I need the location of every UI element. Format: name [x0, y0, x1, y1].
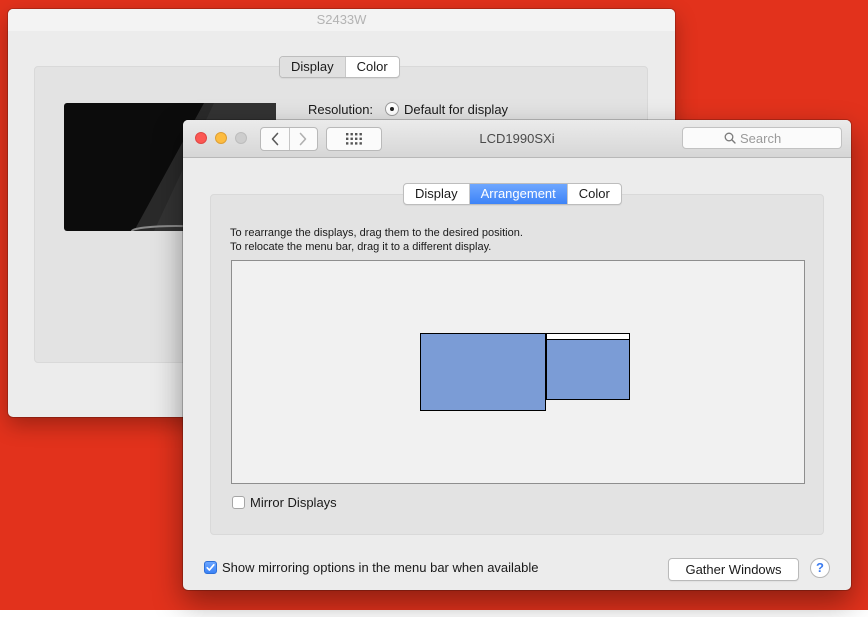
back-window-title: S2433W [8, 9, 675, 31]
search-field[interactable] [682, 127, 842, 149]
instruction-line-rearrange: To rearrange the displays, drag them to … [230, 227, 523, 239]
back-window-tab-bar: Display Color [279, 56, 400, 78]
mirror-displays-label[interactable]: Mirror Displays [250, 495, 337, 510]
minimize-icon[interactable] [215, 132, 227, 144]
window-title: LCD1990SXi [479, 131, 555, 146]
tab-arrangement[interactable]: Arrangement [468, 184, 567, 204]
tab-color[interactable]: Color [566, 184, 621, 204]
back-chevron-icon [271, 132, 279, 146]
tab-display[interactable]: Display [404, 184, 469, 204]
forward-chevron-icon [299, 132, 307, 146]
show-mirroring-label[interactable]: Show mirroring options in the menu bar w… [222, 560, 539, 575]
display-arrangement-area [231, 260, 805, 484]
instruction-line-menubar: To relocate the menu bar, drag it to a d… [230, 241, 492, 253]
display-block-primary[interactable] [420, 333, 546, 411]
desktop-bottom-edge [0, 610, 868, 617]
arrangement-instructions: To rearrange the displays, drag them to … [230, 226, 523, 254]
navigation-buttons [260, 127, 318, 151]
back-tab-display[interactable]: Display [280, 57, 345, 77]
back-tab-color[interactable]: Color [344, 57, 399, 77]
search-icon [724, 132, 736, 144]
window-toolbar: LCD1990SXi [183, 120, 851, 158]
front-window-tab-bar: Display Arrangement Color [403, 183, 622, 205]
mirror-displays-checkbox[interactable] [232, 496, 245, 509]
search-input[interactable] [736, 130, 800, 146]
show-all-grid-icon [346, 133, 362, 145]
resolution-default-radio[interactable] [385, 102, 399, 116]
back-button[interactable] [261, 128, 289, 150]
gather-windows-button[interactable]: Gather Windows [668, 558, 799, 581]
checkmark-icon [206, 563, 215, 571]
zoom-icon[interactable] [235, 132, 247, 144]
forward-button[interactable] [288, 128, 318, 150]
resolution-default-label[interactable]: Default for display [404, 102, 508, 117]
help-button[interactable]: ? [810, 558, 830, 578]
menu-bar-indicator[interactable] [547, 334, 629, 340]
close-icon[interactable] [195, 132, 207, 144]
show-all-button[interactable] [326, 127, 382, 151]
front-window[interactable]: LCD1990SXi Display Arrangement Color To … [183, 120, 851, 590]
show-mirroring-checkbox[interactable] [204, 561, 217, 574]
display-block-secondary[interactable] [546, 333, 630, 400]
resolution-label: Resolution: [308, 102, 374, 117]
